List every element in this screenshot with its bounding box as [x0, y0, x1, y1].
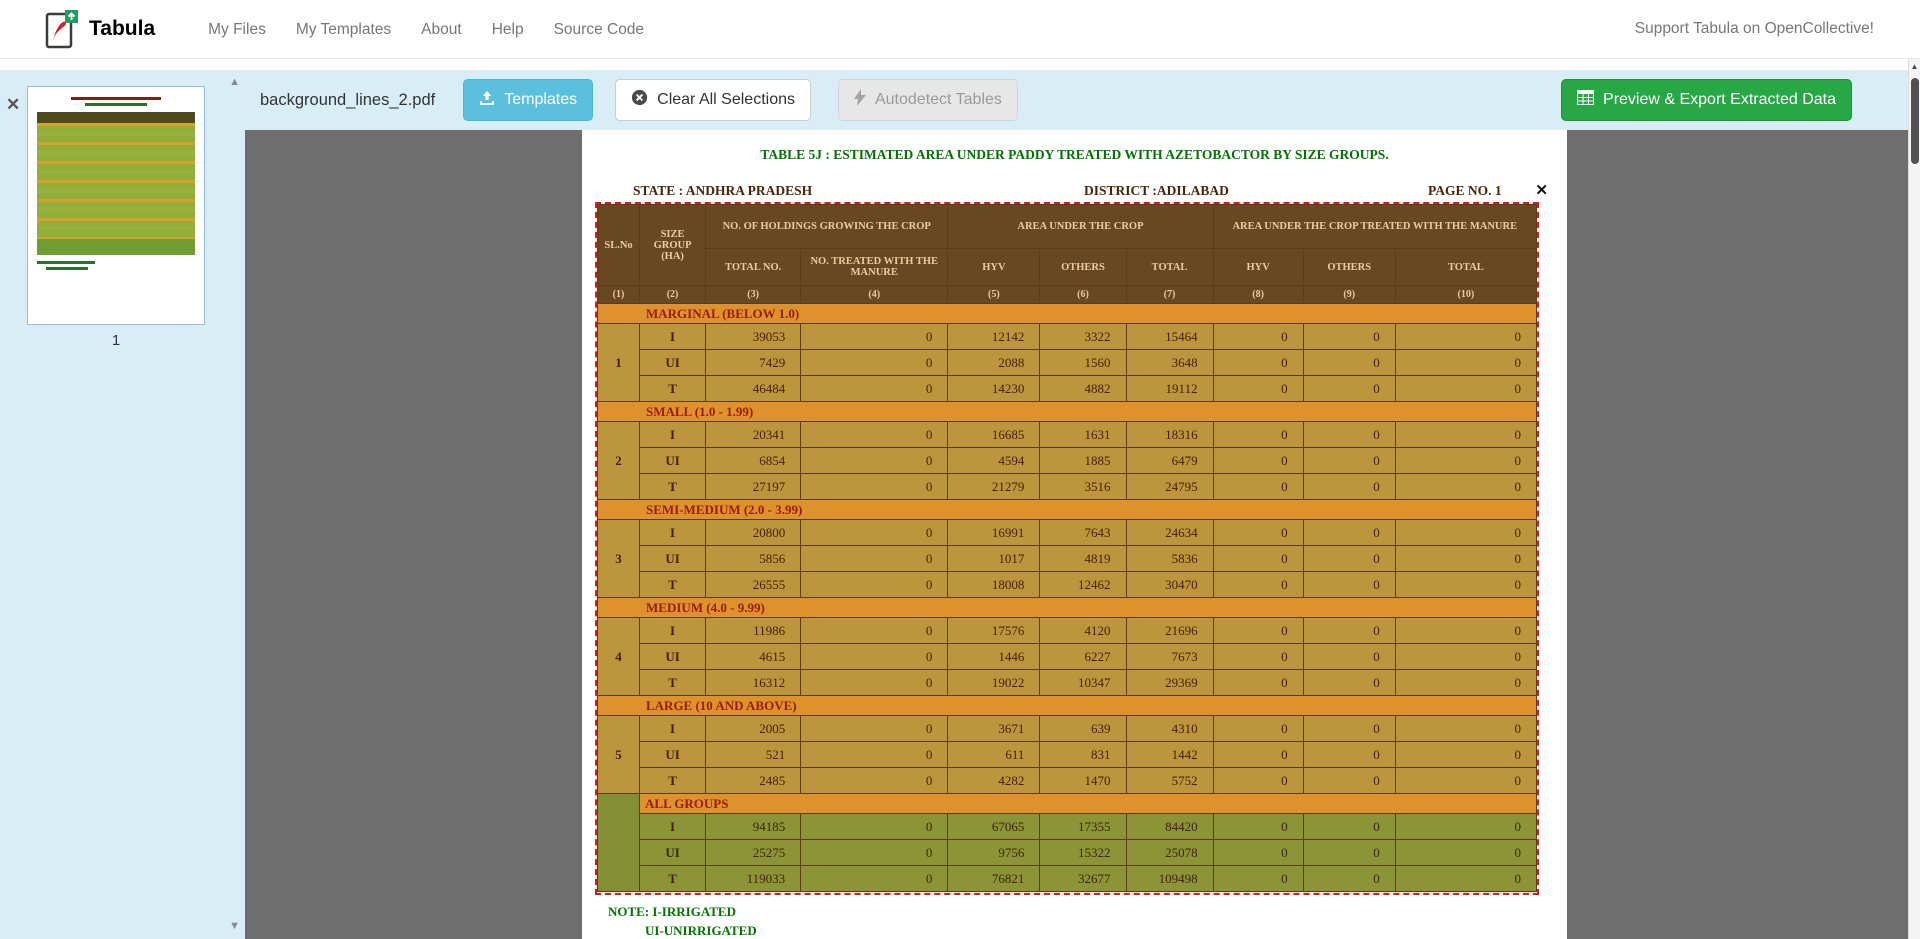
clear-all-selections-label: Clear All Selections — [657, 91, 795, 109]
navbar-left: Tabula My Files My Templates About Help … — [44, 0, 659, 58]
pdf-district: DISTRICT :ADILABAD — [1084, 183, 1229, 199]
support-link[interactable]: Support Tabula on OpenCollective! — [1635, 20, 1874, 38]
templates-button-label: Templates — [504, 91, 577, 109]
content: ▲ ✕ 1 ▼ background_lines_2.pdf — [0, 70, 1920, 939]
pdf-table-title: TABLE 5J : ESTIMATED AREA UNDER PADDY TR… — [582, 147, 1567, 163]
page-thumbnail[interactable] — [27, 86, 205, 325]
preview-export-button[interactable]: Preview & Export Extracted Data — [1561, 79, 1852, 121]
pdf-state: STATE : ANDHRA PRADESH — [633, 183, 812, 199]
clear-all-selections-button[interactable]: Clear All Selections — [615, 79, 811, 121]
nav-source-code[interactable]: Source Code — [539, 0, 659, 59]
pdf-page[interactable]: TABLE 5J : ESTIMATED AREA UNDER PADDY TR… — [582, 130, 1567, 939]
toolbar: background_lines_2.pdf Templates — [245, 70, 1920, 130]
vertical-scrollbar: ▲ — [1908, 59, 1920, 939]
scrollbar-thumb[interactable] — [1911, 78, 1919, 164]
thumbnail-table-footer-rows — [37, 239, 195, 255]
remove-circle-icon — [631, 89, 648, 111]
templates-upload-icon — [479, 90, 495, 111]
pdf-page-no: PAGE NO. 1 — [1428, 183, 1502, 199]
thumbnail-page-number: 1 — [27, 332, 205, 349]
sidebar-scroll-up-icon[interactable]: ▲ — [229, 77, 240, 88]
tabula-logo-icon[interactable] — [44, 8, 80, 50]
nav-my-files[interactable]: My Files — [193, 0, 281, 59]
pdf-meta-row: STATE : ANDHRA PRADESH DISTRICT :ADILABA… — [582, 183, 1567, 201]
thumbnail-wrap: ✕ 1 — [27, 86, 205, 349]
preview-export-label: Preview & Export Extracted Data — [1603, 91, 1836, 109]
selection-close-icon[interactable]: ✕ — [1535, 183, 1548, 198]
scrollbar-up-icon[interactable]: ▲ — [1909, 59, 1920, 74]
thumbnail-table-header — [37, 112, 195, 123]
remove-page-icon[interactable]: ✕ — [6, 96, 20, 113]
nav-help[interactable]: Help — [477, 0, 539, 59]
autodetect-tables-label: Autodetect Tables — [875, 91, 1002, 109]
table-grid-icon — [1577, 90, 1594, 110]
templates-button[interactable]: Templates — [463, 79, 593, 121]
sidebar-scroll-down-icon[interactable]: ▼ — [229, 921, 240, 932]
flash-icon — [854, 89, 866, 111]
thumbnail-note-line2 — [46, 267, 88, 270]
brand[interactable]: Tabula — [89, 17, 155, 41]
thumbnail-table-rows — [37, 123, 195, 239]
nav-about[interactable]: About — [406, 0, 477, 59]
pdf-notes: NOTE: I-IRRIGATED UI-UNIRRIGATED — [608, 904, 757, 939]
filename: background_lines_2.pdf — [260, 91, 435, 110]
main: background_lines_2.pdf Templates — [245, 70, 1920, 939]
thumbnail-subtitle-line — [85, 103, 147, 106]
nav-my-templates[interactable]: My Templates — [281, 0, 406, 59]
document-area: TABLE 5J : ESTIMATED AREA UNDER PADDY TR… — [245, 130, 1920, 939]
autodetect-tables-button: Autodetect Tables — [838, 79, 1018, 121]
navbar-gap — [0, 59, 1920, 70]
selection-box[interactable]: ✕ — [595, 202, 1539, 895]
thumbnail-note-line — [37, 261, 95, 264]
navbar: Tabula My Files My Templates About Help … — [0, 0, 1920, 59]
sidebar: ▲ ✕ 1 ▼ — [0, 70, 245, 939]
thumbnail-title-line — [71, 97, 161, 100]
pdf-note-line2: UI-UNIRRIGATED — [645, 923, 757, 939]
pdf-note-line1: NOTE: I-IRRIGATED — [608, 904, 757, 920]
